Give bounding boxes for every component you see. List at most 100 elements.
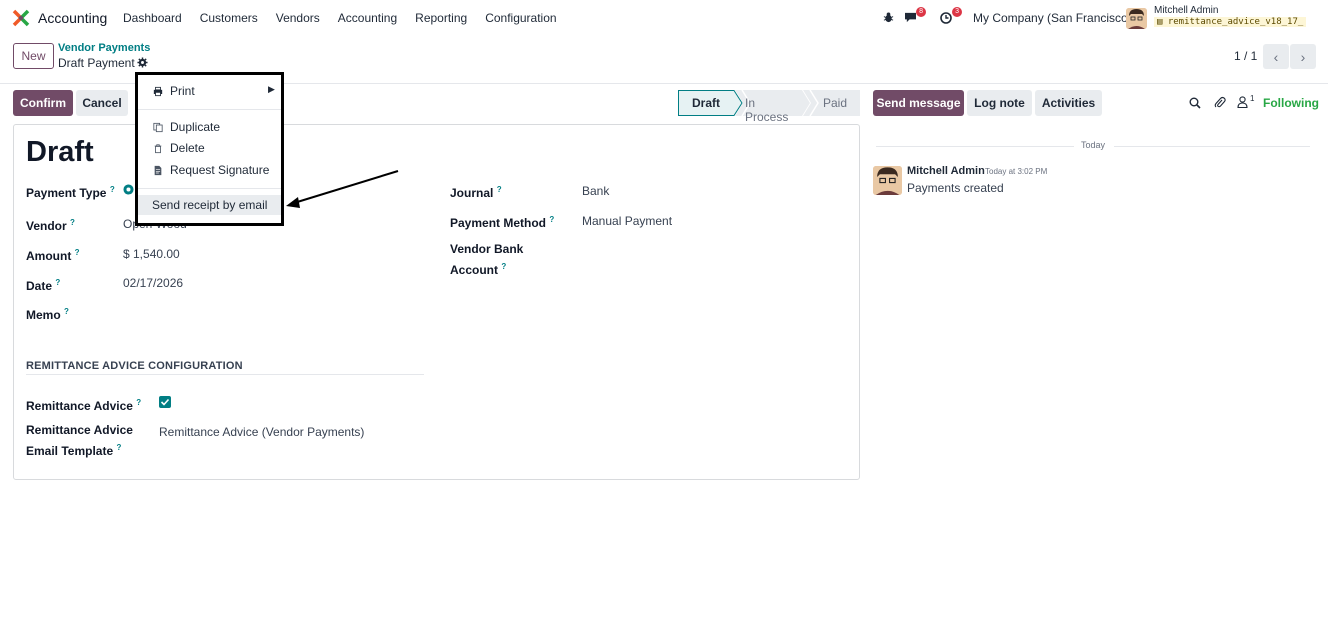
menu-dashboard[interactable]: Dashboard [123,11,182,25]
payment-type-label: Payment Type ? [26,181,115,202]
date-divider-label: Today [1081,140,1106,150]
new-button[interactable]: New [13,43,54,69]
breadcrumb-vendor-payments[interactable]: Vendor Payments [58,42,150,54]
menu-reporting[interactable]: Reporting [415,11,467,25]
help-icon[interactable]: ? [549,215,554,224]
message-body: Payments created [907,181,1004,195]
duplicate-label: Duplicate [170,120,221,134]
document-icon [154,165,162,175]
date-label: Date ? [26,274,60,295]
stage-in-process[interactable]: In Process [745,96,788,124]
section-divider [26,374,424,375]
send-receipt-menu-item[interactable]: Send receipt by email [138,195,281,215]
help-icon[interactable]: ? [116,443,121,452]
vendor-bank-label-line2: Account [450,263,498,277]
followers-icon[interactable] [1237,96,1248,108]
amount-field[interactable]: $ 1,540.00 [123,247,180,261]
request-signature-label: Request Signature [170,163,270,177]
payment-method-label-text: Payment Method [450,216,547,230]
vendor-bank-label-line1: Vendor Bank [450,242,524,256]
cancel-button[interactable]: Cancel [76,90,128,116]
send-receipt-label: Send receipt by email [152,198,268,212]
stage-draft[interactable]: Draft [692,96,720,110]
confirm-button[interactable]: Confirm [13,90,73,116]
company-switcher[interactable]: My Company (San Francisco) [973,11,1132,25]
pager-next-button[interactable]: › [1290,44,1316,69]
action-dropdown-menu: Print ▶ Duplicate Delete Request Signatu… [135,72,284,226]
date-label-text: Date [26,279,53,293]
activities-button-chatter[interactable]: Activities [1035,90,1102,116]
menu-configuration[interactable]: Configuration [485,11,556,25]
database-name-text: remittance_advice_v18_17_ [1167,17,1304,27]
stage-paid[interactable]: Paid [823,96,847,110]
breadcrumb-current: Draft Payment [58,56,135,70]
menu-customers[interactable]: Customers [200,11,258,25]
log-note-button[interactable]: Log note [967,90,1032,116]
menu-separator [138,109,281,110]
vendor-label: Vendor ? [26,214,75,235]
help-icon[interactable]: ? [64,307,69,316]
email-template-field[interactable]: Remittance Advice (Vendor Payments) [159,425,364,439]
request-signature-menu-item[interactable]: Request Signature [138,160,281,180]
trash-icon [154,143,162,153]
paperclip-icon[interactable] [1214,96,1226,109]
chevron-right-icon: › [1300,48,1306,65]
help-icon[interactable]: ? [75,248,80,257]
user-avatar-icon [1126,8,1147,29]
activities-count-badge: 3 [952,7,962,17]
memo-label-text: Memo [26,308,61,322]
delete-label: Delete [170,141,205,155]
bug-icon[interactable] [883,12,894,23]
payment-type-label-text: Payment Type [26,186,107,200]
user-name[interactable]: Mitchell Admin [1154,5,1218,16]
print-menu-item[interactable]: Print ▶ [138,81,281,101]
gear-icon[interactable] [137,57,148,68]
help-icon[interactable]: ? [110,185,115,194]
vendor-label-text: Vendor [26,219,67,233]
journal-label: Journal ? [450,181,502,202]
odoo-accounting-logo-icon[interactable] [12,9,30,27]
messages-button[interactable]: 8 [904,7,926,24]
remittance-advice-label: Remittance Advice ? [26,394,141,415]
print-label: Print [170,84,195,98]
date-field[interactable]: 02/17/2026 [123,276,183,290]
email-template-label: Remittance Advice Email Template ? [26,422,133,460]
help-icon[interactable]: ? [136,398,141,407]
clock-icon [940,12,952,24]
app-name[interactable]: Accounting [38,10,107,26]
menu-separator [138,188,281,189]
duplicate-menu-item[interactable]: Duplicate [138,117,281,137]
journal-field[interactable]: Bank [582,184,609,198]
section-title: REMITTANCE ADVICE CONFIGURATION [26,360,243,372]
journal-label-text: Journal [450,186,494,200]
activities-button[interactable]: 3 [940,7,962,24]
payment-type-radio[interactable] [123,184,134,195]
checkmark-icon [160,398,170,406]
email-template-label-line2: Email Template [26,444,114,458]
menu-vendors[interactable]: Vendors [276,11,320,25]
message-author-avatar[interactable] [873,166,902,195]
payment-method-field[interactable]: Manual Payment [582,214,672,228]
vendor-bank-account-label: Vendor Bank Account ? [450,241,523,279]
following-button[interactable]: Following [1263,96,1319,110]
date-divider-right [1114,146,1310,147]
message-author[interactable]: Mitchell Admin [907,165,985,177]
send-message-button[interactable]: Send message [873,90,964,116]
remittance-advice-label-text: Remittance Advice [26,399,133,413]
delete-menu-item[interactable]: Delete [138,138,281,158]
search-icon[interactable] [1189,97,1201,109]
pager-previous-button[interactable]: ‹ [1263,44,1289,69]
help-icon[interactable]: ? [70,218,75,227]
amount-label: Amount ? [26,244,80,265]
user-avatar[interactable] [1126,8,1147,29]
help-icon[interactable]: ? [55,278,60,287]
main-menu: Dashboard Customers Vendors Accounting R… [123,11,575,25]
remittance-advice-checkbox[interactable] [159,396,171,408]
help-icon[interactable]: ? [501,262,506,271]
pager-value[interactable]: 1 / 1 [1234,49,1257,63]
database-name: ▤ remittance_advice_v18_17_ [1154,17,1307,27]
author-avatar-icon [873,166,902,195]
menu-accounting[interactable]: Accounting [338,11,397,25]
annotation-arrow [286,170,399,208]
help-icon[interactable]: ? [497,185,502,194]
